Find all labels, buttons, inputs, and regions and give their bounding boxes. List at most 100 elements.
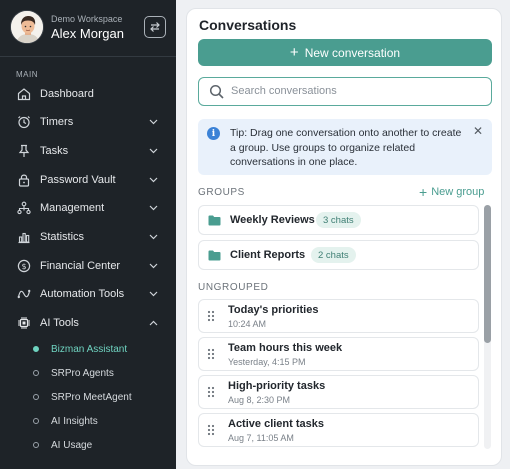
dot-icon [33,418,39,424]
groups-section-label: GROUPS [198,187,245,198]
sidebar-item-automation-tools[interactable]: Automation Tools [0,280,176,308]
new-conversation-label: New conversation [304,45,401,60]
home-icon [16,86,32,102]
sidebar-item-label: Timers [40,116,74,128]
conversations-panel: Conversations + New conversation i Tip: … [186,8,502,466]
conversation-item[interactable]: Today's priorities 10:24 AM [198,299,479,333]
drag-handle-icon[interactable] [207,348,215,360]
sidebar-subitem-label: Bizman Assistant [51,343,128,355]
conversation-date: Aug 8, 2:30 PM [228,395,291,405]
chevron-down-icon [148,146,158,156]
chevron-down-icon [148,289,158,299]
lock-icon [16,172,32,188]
chevron-down-icon [148,203,158,213]
group-count-badge: 3 chats [316,212,361,228]
user-name: Alex Morgan [51,26,124,41]
new-conversation-button[interactable]: + New conversation [198,39,492,66]
sidebar-item-label: Tasks [40,145,69,157]
drag-handle-icon[interactable] [207,424,215,436]
org-chart-icon [16,200,32,216]
conversation-title: Today's priorities [228,304,319,316]
sidebar-subitem-label: AI Usage [51,439,93,451]
sidebar-item-statistics[interactable]: Statistics [0,223,176,251]
chevron-up-icon [148,318,158,328]
conversation-title: Team hours this week [228,342,343,354]
sidebar-item-dashboard[interactable]: Dashboard [0,80,176,108]
folder-icon [208,250,221,261]
pin-icon [16,143,32,159]
conversation-title: High-priority tasks [228,380,326,392]
workflow-icon [16,286,32,302]
conversation-item[interactable]: Active client tasks Aug 7, 11:05 AM [198,413,479,447]
sidebar-subitem-srpro-agents[interactable]: SRPro Agents [0,362,176,384]
switch-workspace-button[interactable] [144,16,166,38]
conversation-item[interactable]: High-priority tasks Aug 8, 2:30 PM [198,375,479,409]
sidebar-item-label: AI Tools [40,317,79,329]
new-group-button[interactable]: + New group [419,185,484,199]
timer-icon [16,114,32,130]
sidebar: Demo Workspace Alex Morgan MAIN Dashboar… [0,0,176,469]
conversation-date: Aug 7, 11:05 AM [228,433,294,443]
sidebar-divider [0,56,176,57]
search-box [198,77,492,106]
bar-chart-icon [16,229,32,245]
sidebar-item-ai-tools[interactable]: AI Tools [0,309,176,337]
dollar-circle-icon: $ [16,258,32,274]
dot-icon [33,442,39,448]
plus-icon: + [289,44,299,61]
new-group-label: New group [431,186,485,198]
sidebar-item-timers[interactable]: Timers [0,108,176,136]
group-item[interactable]: Weekly Reviews 3 chats [198,205,479,235]
sidebar-subitem-label: SRPro Agents [51,367,114,379]
sidebar-subitem-ai-usage[interactable]: AI Usage [0,434,176,456]
scrollbar-thumb[interactable] [484,205,491,343]
dot-icon [33,370,39,376]
search-input[interactable] [231,83,481,99]
sidebar-item-management[interactable]: Management [0,194,176,222]
sidebar-item-password-vault[interactable]: Password Vault [0,166,176,194]
sidebar-item-financial-center[interactable]: $ Financial Center [0,252,176,280]
svg-text:$: $ [21,262,26,271]
tip-banner: i Tip: Drag one conversation onto anothe… [198,119,492,175]
avatar[interactable] [10,10,44,44]
chip-icon [16,315,32,331]
conversation-item[interactable]: Team hours this week Yesterday, 4:15 PM [198,337,479,371]
sidebar-item-label: Password Vault [40,174,116,186]
sidebar-subitem-bizman-assistant[interactable]: Bizman Assistant [0,338,176,360]
group-name: Client Reports [230,249,306,261]
sidebar-item-label: Financial Center [40,260,121,272]
active-dot-icon [33,346,39,352]
drag-handle-icon[interactable] [207,386,215,398]
drag-handle-icon[interactable] [207,310,215,322]
workspace-name: Demo Workspace [51,14,123,24]
ungrouped-section-label: UNGROUPED [198,282,269,293]
sidebar-item-label: Statistics [40,231,85,243]
folder-icon [208,215,221,226]
chevron-down-icon [148,175,158,185]
sidebar-subitem-label: AI Insights [51,415,98,427]
sidebar-subitem-srpro-meetagent[interactable]: SRPro MeetAgent [0,386,176,408]
sidebar-item-label: Automation Tools [40,288,125,300]
dot-icon [33,394,39,400]
chevron-down-icon [148,261,158,271]
chevron-down-icon [148,232,158,242]
group-name: Weekly Reviews [230,214,315,226]
info-icon: i [207,127,220,140]
conversation-date: 10:24 AM [228,319,267,329]
sidebar-subitem-ai-insights[interactable]: AI Insights [0,410,176,432]
sidebar-section-label: MAIN [16,70,38,79]
conversation-title: Active client tasks [228,418,324,430]
sidebar-item-label: Dashboard [40,88,94,100]
profile-header[interactable]: Demo Workspace Alex Morgan [0,0,176,56]
chevron-down-icon [148,117,158,127]
close-icon[interactable]: ✕ [472,124,484,138]
sidebar-item-tasks[interactable]: Tasks [0,137,176,165]
group-item[interactable]: Client Reports 2 chats [198,240,479,270]
sidebar-subitem-label: SRPro MeetAgent [51,391,132,403]
group-count-badge: 2 chats [311,247,356,263]
switch-arrows-icon [150,22,160,32]
sidebar-item-label: Management [40,202,105,214]
tip-text: Tip: Drag one conversation onto another … [230,127,462,168]
page-title: Conversations [199,17,297,33]
conversation-date: Yesterday, 4:15 PM [228,357,306,367]
